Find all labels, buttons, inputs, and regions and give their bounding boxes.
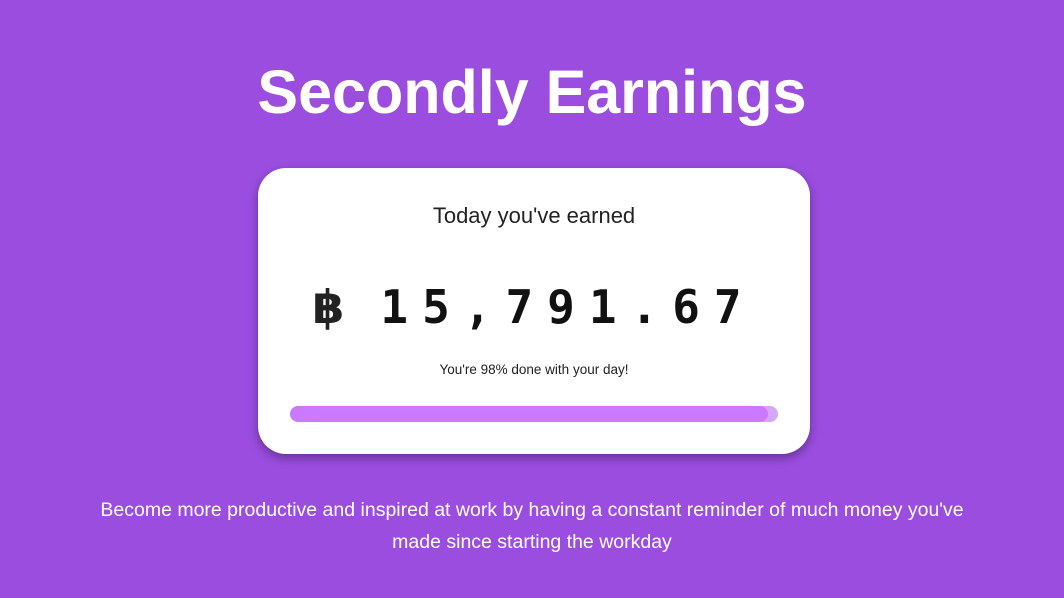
- card-heading: Today you've earned: [432, 203, 636, 228]
- progress-bar: [290, 406, 778, 422]
- progress-fill: [290, 406, 769, 422]
- progress-text: You're 98% done with your day!: [439, 362, 629, 377]
- page-title: Secondly Earnings: [257, 58, 807, 126]
- earnings-amount-row: ฿ 15,791.67: [258, 278, 810, 336]
- tagline: Become more productive and inspired at w…: [100, 499, 964, 553]
- baht-icon: ฿: [312, 280, 345, 334]
- earnings-amount: 15,791.67: [380, 280, 756, 334]
